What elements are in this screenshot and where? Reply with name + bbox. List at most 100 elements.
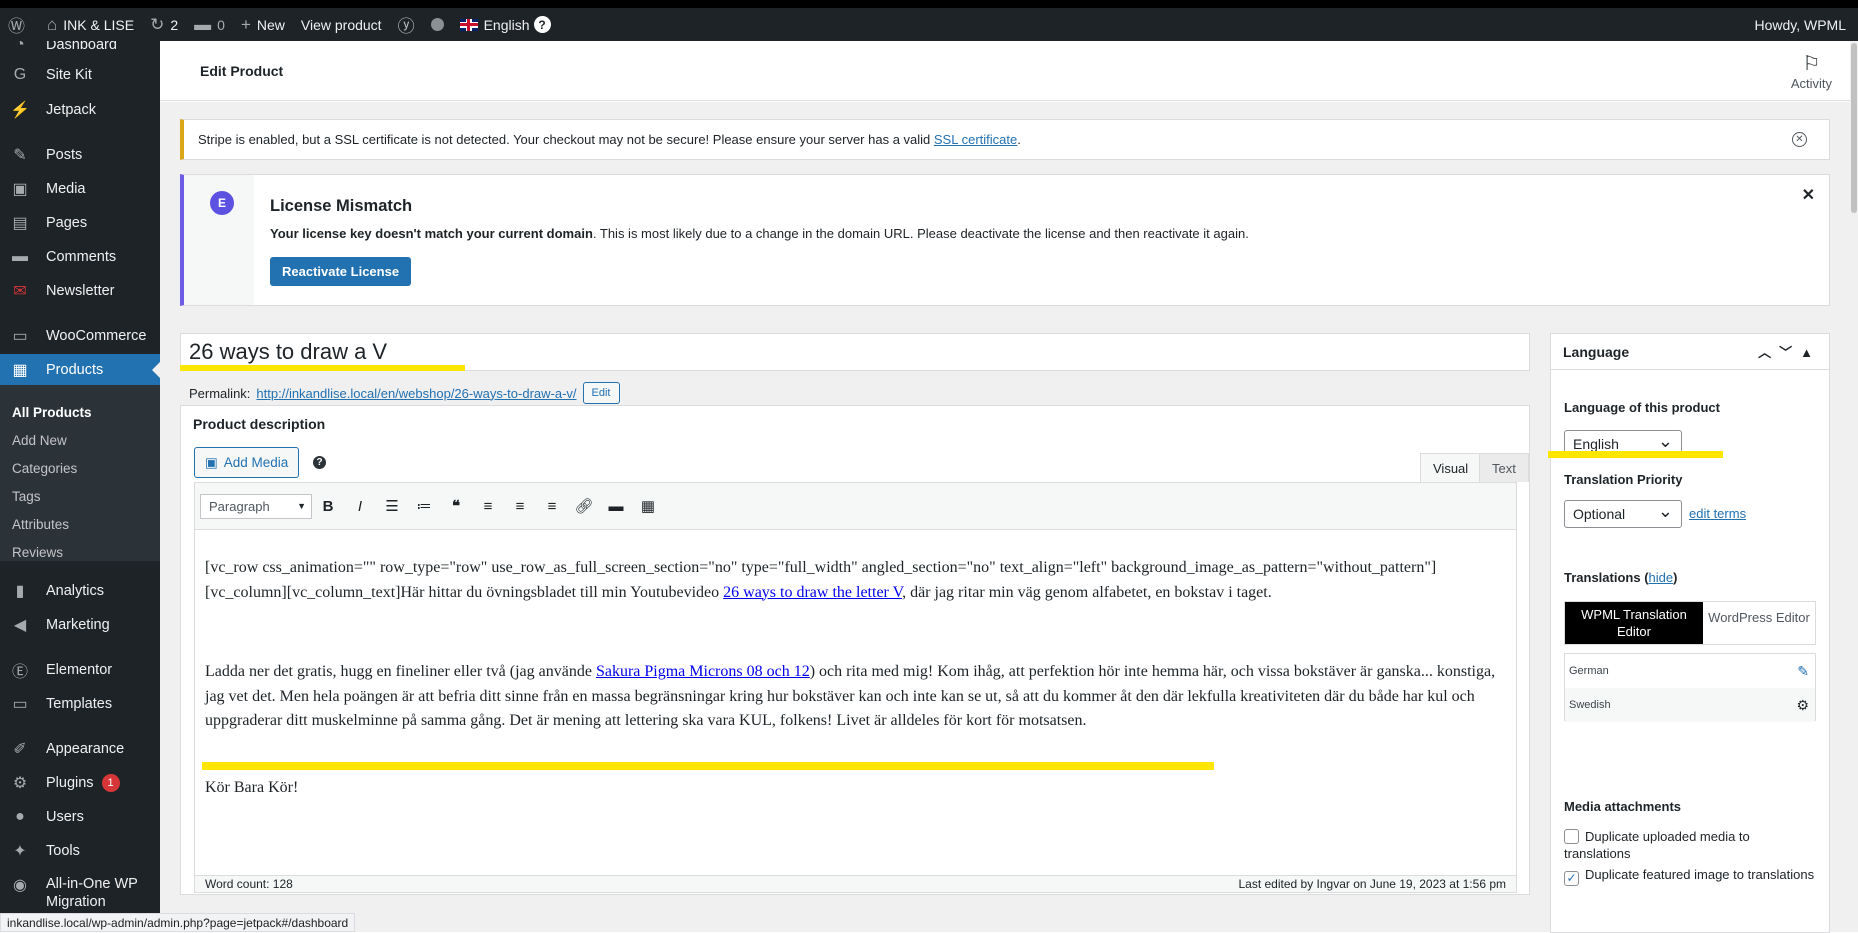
- sidebar-item-comments[interactable]: ▬ Comments: [0, 241, 160, 273]
- sidebar-item-sitekit[interactable]: G Site Kit: [0, 59, 160, 91]
- wp-logo-button[interactable]: Ⓦ: [0, 8, 39, 41]
- admin-sidebar: ◔ Dashboard G Site Kit ⚡ Jetpack ✎ Posts ▣ Me…: [0, 41, 160, 932]
- submenu-reviews[interactable]: Reviews: [12, 545, 63, 560]
- sidebar-item-pages[interactable]: ▤ Pages: [0, 207, 160, 239]
- bullet-list-icon[interactable]: ☰: [376, 497, 408, 515]
- media-icon: ▣: [12, 181, 28, 198]
- translations-table: German ✎ Swedish ⚙: [1564, 653, 1816, 722]
- sidebar-item-posts[interactable]: ✎ Posts: [0, 139, 160, 171]
- comment-icon: ▬: [12, 248, 28, 265]
- sidebar-item-dashboard[interactable]: ◔ Dashboard: [0, 41, 160, 61]
- blockquote-icon[interactable]: ❝: [440, 497, 472, 515]
- reactivate-license-button[interactable]: Reactivate License: [270, 257, 412, 286]
- activity-button[interactable]: ⚐ Activity: [1791, 51, 1832, 91]
- permalink-edit-button[interactable]: Edit: [582, 382, 620, 404]
- sidebar-item-templates[interactable]: ▭ Templates: [0, 688, 160, 720]
- tab-visual[interactable]: Visual: [1420, 453, 1482, 482]
- ssl-certificate-link[interactable]: SSL certificate: [934, 132, 1017, 147]
- editor-content[interactable]: [vc_row css_animation="" row_type="row" …: [194, 530, 1517, 882]
- close-icon[interactable]: ✕: [1802, 185, 1815, 205]
- pencil-icon[interactable]: ✎: [1797, 663, 1809, 680]
- site-name-link[interactable]: ⌂ INK & LISE: [39, 8, 142, 41]
- view-product-link[interactable]: View product: [293, 8, 390, 41]
- permalink-link[interactable]: http://inkandlise.local/en/webshop/26-wa…: [256, 386, 576, 401]
- sidebar-item-migration[interactable]: ◉ All-in-One WP Migration: [0, 869, 160, 913]
- submenu-tags[interactable]: Tags: [12, 489, 41, 504]
- wrench-icon: ✦: [13, 843, 27, 860]
- sidebar-item-analytics[interactable]: ▮ Analytics: [0, 575, 160, 607]
- sidebar-item-products[interactable]: ▦ Products: [0, 354, 160, 386]
- page-scrollbar[interactable]: [1850, 41, 1858, 932]
- wordpress-editor-button[interactable]: WordPress Editor: [1703, 602, 1815, 644]
- plug-icon: ⚙: [12, 775, 28, 792]
- language-switcher[interactable]: English?: [452, 8, 559, 41]
- refresh-icon: ↻: [150, 14, 165, 34]
- chart-icon: ▮: [15, 583, 25, 600]
- align-center-icon[interactable]: ≡: [504, 498, 536, 515]
- comment-icon: ▬: [194, 14, 212, 34]
- media-icon: ▣: [205, 454, 218, 470]
- seo-status[interactable]: [423, 8, 452, 41]
- sidebar-item-plugins[interactable]: ⚙ Plugins 1: [0, 767, 160, 799]
- sidebar-item-marketing[interactable]: ◀ Marketing: [0, 609, 160, 641]
- brush-icon: ✐: [13, 741, 27, 758]
- submenu-add-new[interactable]: Add New: [12, 433, 67, 448]
- updates-link[interactable]: ↻ 2: [142, 8, 186, 41]
- read-more-icon[interactable]: ▬: [600, 498, 632, 515]
- gear-icon[interactable]: ⚙: [1796, 697, 1809, 714]
- pages-icon: ▤: [12, 215, 28, 232]
- edit-terms-link[interactable]: edit terms: [1689, 506, 1746, 521]
- sidebar-item-tools[interactable]: ✦ Tools: [0, 835, 160, 867]
- comments-link[interactable]: ▬ 0: [186, 8, 233, 41]
- submenu-attributes[interactable]: Attributes: [12, 517, 69, 532]
- sidebar-item-jetpack[interactable]: ⚡ Jetpack: [0, 94, 160, 126]
- bold-icon[interactable]: B: [312, 498, 344, 515]
- highlight-mark: [1548, 451, 1723, 458]
- align-left-icon[interactable]: ≡: [472, 498, 504, 515]
- last-edited: Last edited by Ingvar on June 19, 2023 a…: [1238, 877, 1506, 891]
- align-right-icon[interactable]: ≡: [536, 498, 568, 515]
- elementor-icon: Ⓔ: [11, 664, 28, 681]
- sidebar-item-elementor[interactable]: Ⓔ Elementor: [0, 654, 160, 686]
- numbered-list-icon[interactable]: ≔: [408, 497, 440, 515]
- megaphone-icon: ◀: [13, 617, 27, 634]
- account-menu[interactable]: Howdy, WPML: [1746, 8, 1858, 41]
- yoast-menu[interactable]: ⓨ: [390, 8, 423, 41]
- highlight-mark: [180, 365, 465, 371]
- dup-featured-option: ✓ Duplicate featured image to translation…: [1564, 866, 1829, 886]
- submenu-all-products[interactable]: All Products: [12, 405, 92, 420]
- submenu-categories[interactable]: Categories: [12, 461, 77, 476]
- youtube-video-link[interactable]: 26 ways to draw the letter V: [723, 584, 902, 601]
- help-icon[interactable]: ?: [313, 456, 326, 469]
- dup-featured-checkbox[interactable]: ✓: [1564, 871, 1579, 886]
- dismiss-icon[interactable]: ✕: [1792, 132, 1807, 147]
- sidebar-item-newsletter[interactable]: ✉ Newsletter: [0, 275, 160, 307]
- yoast-icon: ⓨ: [397, 17, 415, 36]
- sidebar-item-appearance[interactable]: ✐ Appearance: [0, 733, 160, 765]
- italic-icon[interactable]: I: [344, 498, 376, 515]
- add-media-button[interactable]: ▣ Add Media: [194, 447, 300, 478]
- dashboard-icon: ◔: [15, 41, 25, 53]
- panel-arrows-icon[interactable]: ︿﹀▲: [1758, 342, 1821, 361]
- format-select[interactable]: Paragraph: [200, 493, 312, 519]
- mail-icon: ✉: [13, 283, 27, 300]
- page-header: Edit Product ⚐ Activity: [160, 41, 1858, 101]
- hide-translations-link[interactable]: hide: [1649, 570, 1674, 585]
- sidebar-item-users[interactable]: ● Users: [0, 801, 160, 833]
- tab-text[interactable]: Text: [1479, 453, 1529, 482]
- user-icon: ●: [15, 808, 25, 825]
- sidebar-item-media[interactable]: ▣ Media: [0, 173, 160, 205]
- new-content-link[interactable]: + New: [233, 8, 293, 41]
- dup-media-option: Duplicate uploaded media to translations: [1564, 829, 1750, 861]
- wpml-editor-button[interactable]: WPML Translation Editor: [1565, 602, 1703, 644]
- page-title: Edit Product: [200, 63, 284, 79]
- toolbar-toggle-icon[interactable]: ▦: [632, 497, 664, 515]
- language-panel: Language ︿﹀▲ Language of this product Eng…: [1550, 333, 1830, 933]
- link-icon[interactable]: 🔗︎: [568, 497, 600, 515]
- translation-priority-select[interactable]: Optional: [1564, 500, 1682, 528]
- highlight-mark: [202, 762, 1214, 770]
- sakura-pigma-link[interactable]: Sakura Pigma Microns 08 och 12: [596, 663, 810, 680]
- sidebar-item-woocommerce[interactable]: ▭ WooCommerce: [0, 320, 160, 352]
- status-dot-icon: [430, 18, 444, 31]
- dup-media-checkbox[interactable]: [1564, 829, 1579, 844]
